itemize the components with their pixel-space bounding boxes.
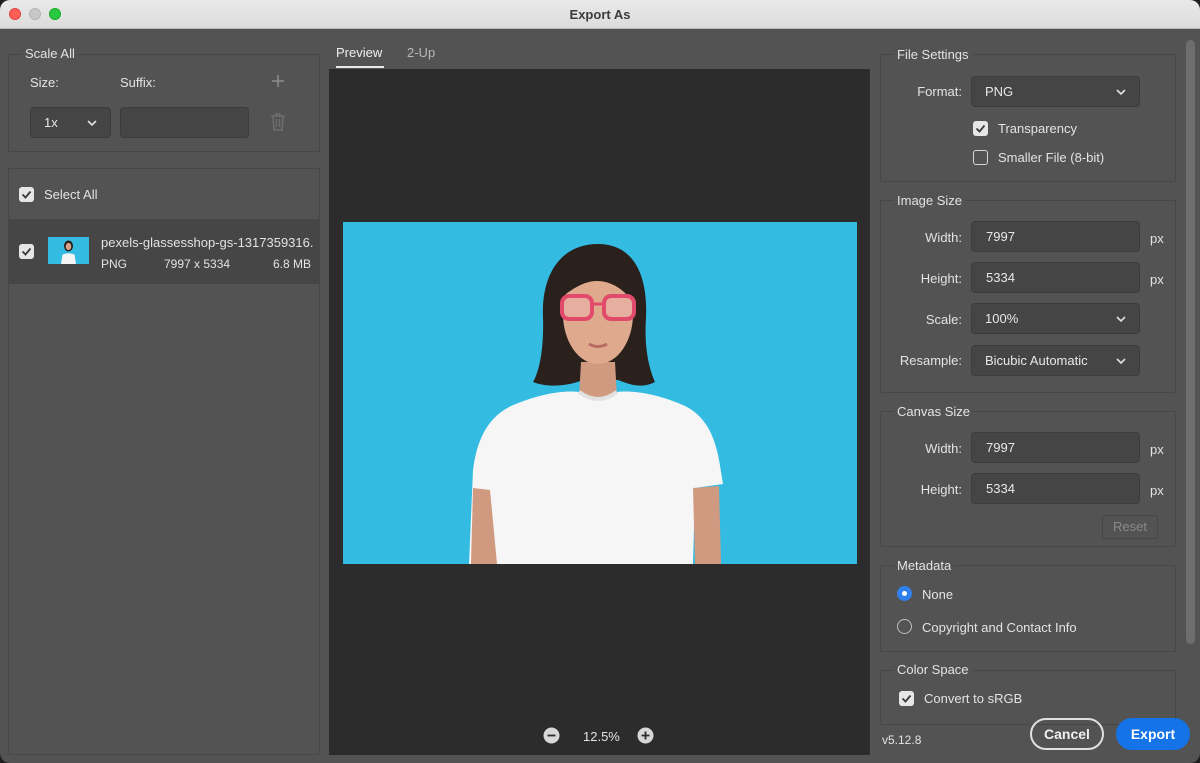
canvas-width-unit: px: [1150, 442, 1164, 457]
format-value: PNG: [985, 84, 1014, 99]
tab-preview[interactable]: Preview: [336, 45, 382, 60]
convert-srgb-label: Convert to sRGB: [924, 691, 1023, 706]
transparency-checkbox[interactable]: [973, 121, 988, 136]
asset-row[interactable]: pexels-glassesshop-gs-1317359316... PNG …: [9, 219, 319, 284]
checkmark-icon: [975, 124, 986, 133]
canvas-height-unit: px: [1150, 483, 1164, 498]
color-space-title: Color Space: [894, 662, 972, 677]
canvas-width-label: Width:: [925, 441, 962, 456]
preview-image: [343, 222, 857, 564]
title-bar: Export As: [0, 0, 1200, 29]
plus-icon: [272, 75, 284, 87]
add-scale-button[interactable]: [270, 73, 286, 89]
chevron-down-icon: [1116, 316, 1126, 323]
format-label: Format:: [917, 84, 962, 99]
zoom-level: 12.5%: [583, 729, 620, 744]
image-height-label: Height:: [920, 271, 962, 286]
canvas-size-title: Canvas Size: [894, 404, 973, 419]
checkmark-icon: [21, 247, 32, 256]
metadata-panel: [880, 565, 1176, 652]
image-width-unit: px: [1150, 231, 1164, 246]
canvas-height-label: Height:: [920, 482, 962, 497]
convert-srgb-checkbox[interactable]: [899, 691, 914, 706]
smaller-file-checkbox[interactable]: [973, 150, 988, 165]
image-height-input[interactable]: 5334: [971, 262, 1140, 293]
asset-dimensions: 7997 x 5334: [164, 257, 231, 271]
resample-select[interactable]: Bicubic Automatic: [971, 345, 1140, 376]
metadata-copyright-label: Copyright and Contact Info: [922, 620, 1077, 635]
select-all-checkbox[interactable]: [19, 187, 34, 202]
asset-thumbnail: [48, 237, 89, 264]
checkmark-icon: [21, 190, 32, 199]
smaller-file-label: Smaller File (8-bit): [998, 150, 1105, 165]
canvas-width-input[interactable]: 7997: [971, 432, 1140, 463]
chevron-down-icon: [1116, 358, 1126, 365]
metadata-none-label: None: [922, 587, 954, 602]
image-height-unit: px: [1150, 272, 1164, 287]
settings-scrollbar[interactable]: [1186, 40, 1195, 644]
reset-button[interactable]: Reset: [1102, 515, 1158, 539]
suffix-label: Suffix:: [120, 75, 156, 90]
zoom-out-icon: [543, 727, 560, 744]
image-size-title: Image Size: [894, 193, 966, 208]
asset-file-size: 6.8 MB: [273, 257, 312, 271]
export-button[interactable]: Export: [1116, 718, 1190, 750]
scale-all-title: Scale All: [22, 46, 78, 61]
metadata-none-radio[interactable]: [897, 586, 912, 601]
cancel-button[interactable]: Cancel: [1030, 718, 1104, 750]
format-select[interactable]: PNG: [971, 76, 1140, 107]
zoom-in-button[interactable]: [637, 727, 654, 744]
scale-label: Scale:: [925, 312, 962, 327]
size-label: Size:: [30, 75, 59, 90]
tab-preview-underline: [336, 66, 384, 68]
version-label: v5.12.8: [882, 733, 922, 747]
tab-2-up[interactable]: 2-Up: [407, 45, 435, 60]
trash-icon: [271, 113, 285, 131]
resample-value: Bicubic Automatic: [985, 353, 1088, 368]
export-as-window: Export As Scale All Size: Suffix: 1x Sel…: [0, 0, 1200, 763]
chevron-down-icon: [87, 120, 97, 127]
resample-label: Resample:: [899, 353, 962, 368]
asset-checkbox[interactable]: [19, 244, 34, 259]
select-all-label: Select All: [44, 187, 98, 202]
scale-size-value: 1x: [44, 115, 58, 130]
window-title: Export As: [569, 7, 631, 22]
canvas-height-input[interactable]: 5334: [971, 473, 1140, 504]
chevron-down-icon: [1116, 89, 1126, 96]
metadata-title: Metadata: [894, 558, 955, 573]
checkmark-icon: [901, 694, 912, 703]
asset-filename: pexels-glassesshop-gs-1317359316...: [101, 235, 313, 250]
scale-select[interactable]: 100%: [971, 303, 1140, 334]
scale-value: 100%: [985, 311, 1019, 326]
suffix-input[interactable]: [120, 107, 249, 138]
image-width-input[interactable]: 7997: [971, 221, 1140, 252]
image-width-label: Width:: [925, 230, 962, 245]
asset-format: PNG: [101, 257, 128, 271]
metadata-copyright-radio[interactable]: [897, 619, 912, 634]
file-settings-title: File Settings: [894, 47, 972, 62]
zoom-in-icon: [637, 727, 654, 744]
scale-size-select[interactable]: 1x: [30, 107, 111, 138]
transparency-label: Transparency: [998, 121, 1077, 136]
zoom-out-button[interactable]: [543, 727, 560, 744]
delete-scale-button[interactable]: [269, 112, 287, 132]
